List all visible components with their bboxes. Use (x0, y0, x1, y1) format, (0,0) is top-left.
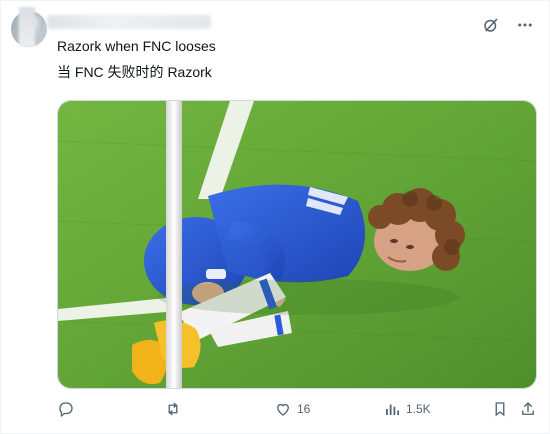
repost-icon (168, 402, 178, 416)
post-header-actions (481, 15, 535, 35)
post-card[interactable]: Razork when FNC looses 当 FNC 失败时的 Razork (0, 0, 550, 434)
repost-button[interactable] (164, 397, 187, 421)
bookmark-button[interactable] (491, 397, 509, 421)
post-text-line-1: Razork when FNC looses (57, 38, 216, 54)
grok-icon[interactable] (481, 15, 501, 35)
views-chart-icon (386, 404, 400, 415)
views-button[interactable]: 1.5K (383, 397, 431, 421)
heart-icon (277, 403, 289, 416)
like-count: 16 (297, 402, 311, 416)
like-button[interactable]: 16 (274, 397, 310, 421)
reply-button[interactable] (57, 397, 80, 421)
share-button[interactable] (519, 397, 537, 421)
more-icon[interactable] (515, 15, 535, 35)
action-bar: 16 1.5K (57, 397, 537, 421)
bookmark-icon (495, 402, 505, 417)
reply-icon (59, 402, 73, 418)
post-image[interactable] (57, 100, 537, 389)
share-icon (522, 402, 534, 415)
post-text-line-2: 当 FNC 失败时的 Razork (57, 64, 212, 80)
views-count: 1.5K (406, 402, 431, 416)
redacted-overlay (19, 7, 35, 47)
redacted-username (47, 15, 211, 29)
